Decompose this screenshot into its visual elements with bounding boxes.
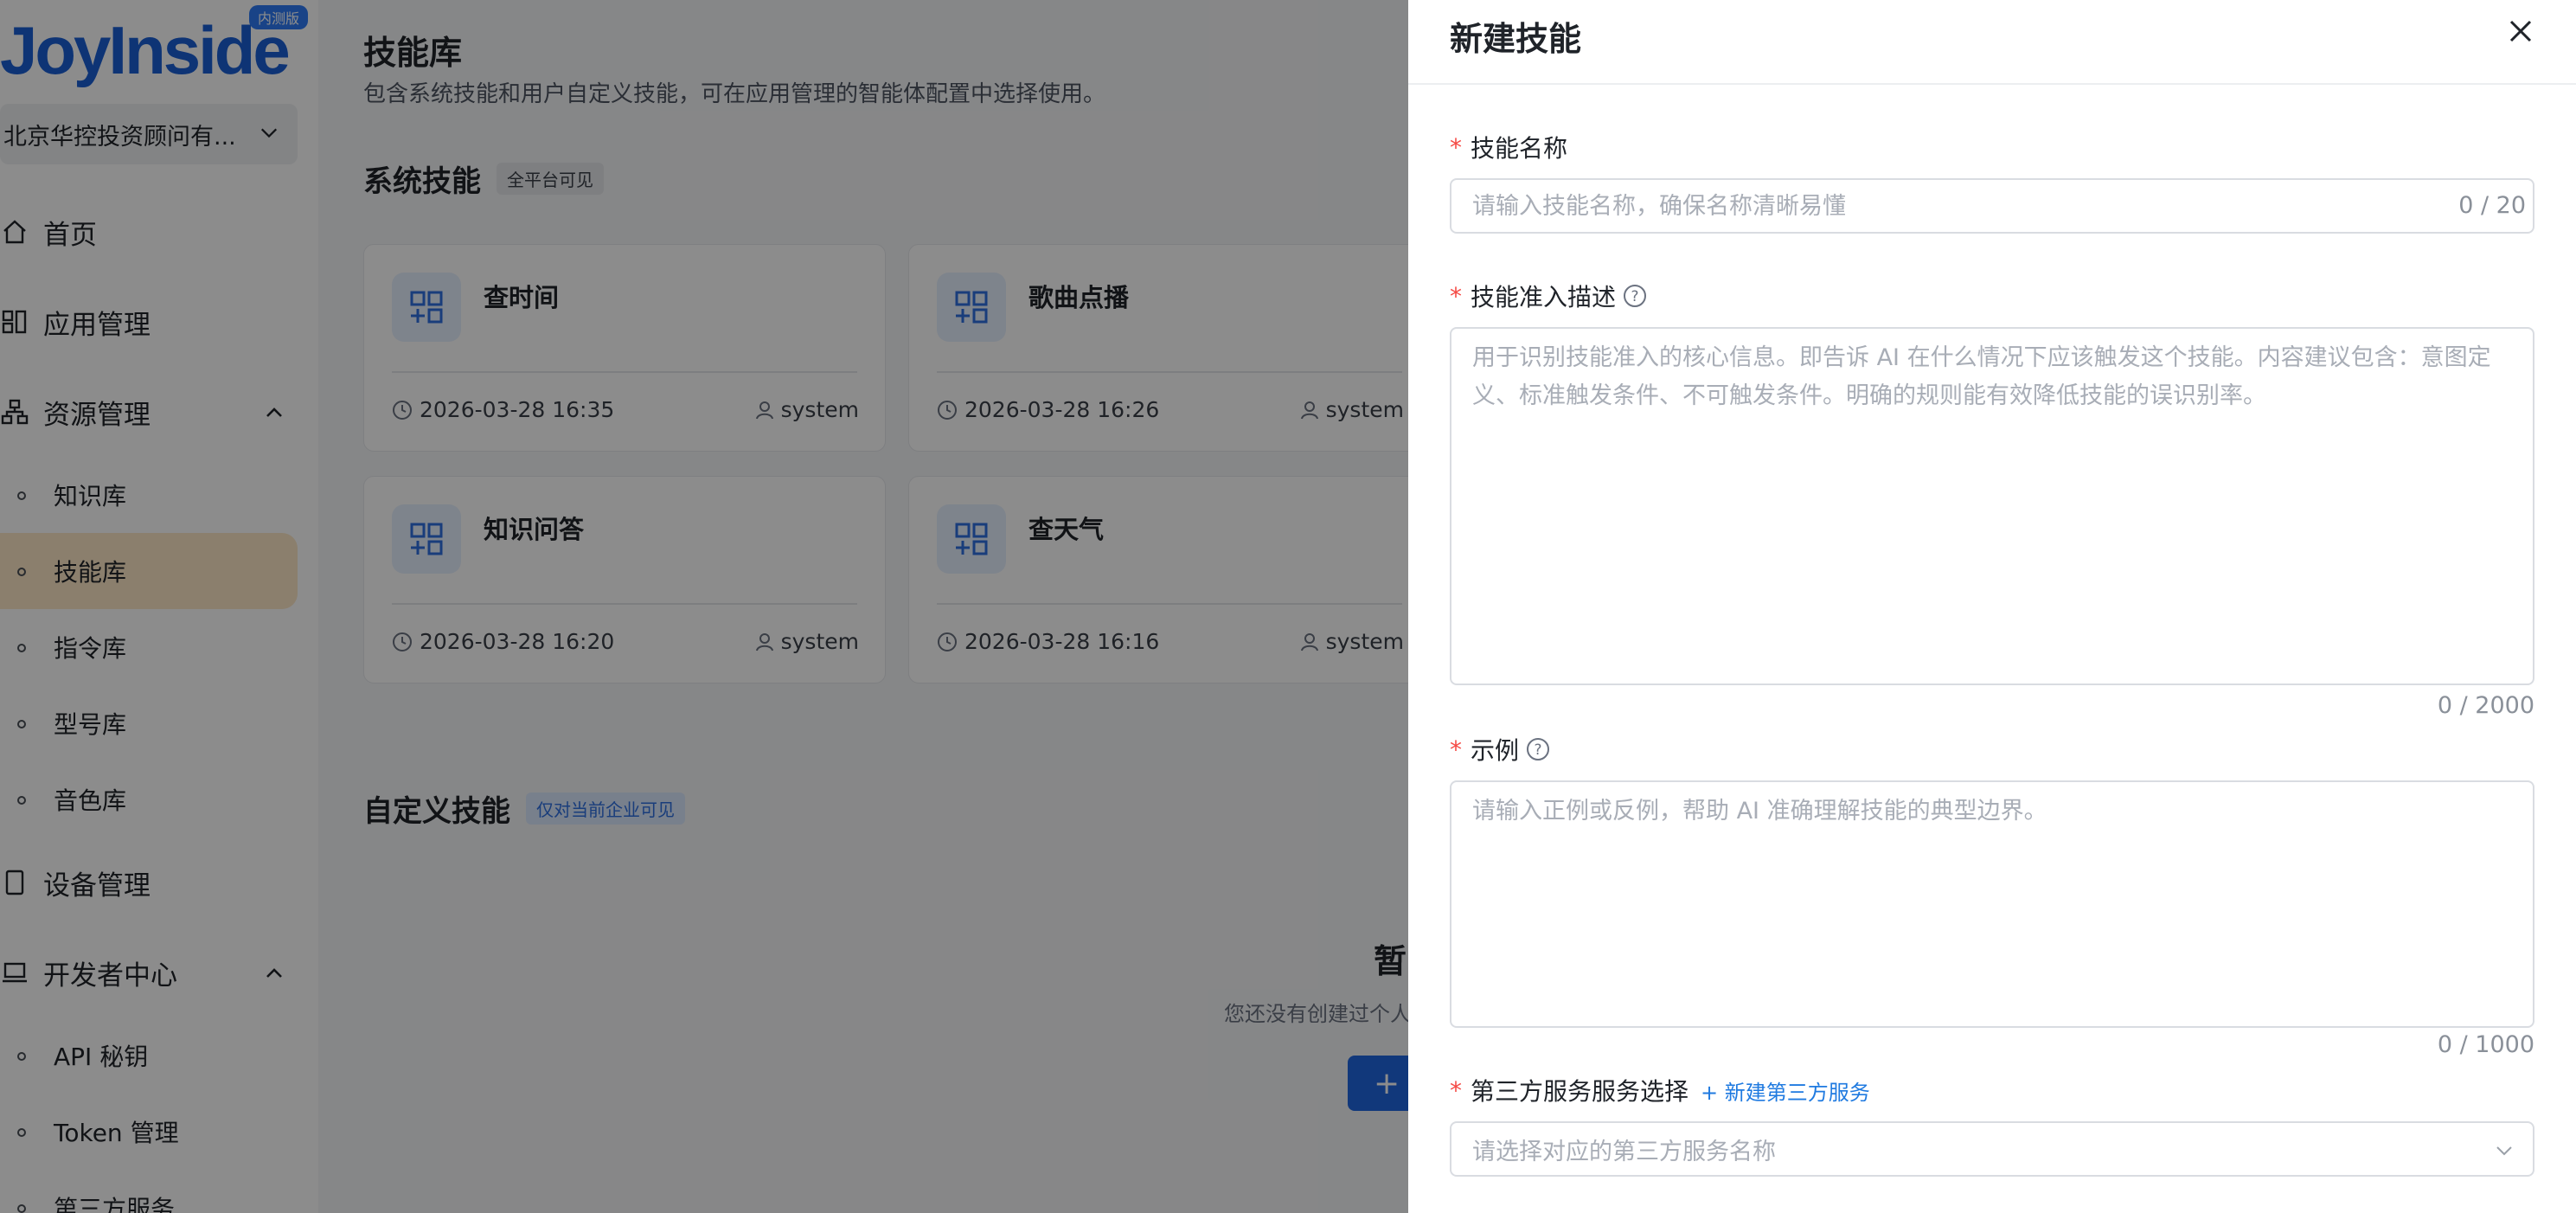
new-skill-drawer: 新建技能 * 技能名称 0 / 20 * 技能准入描述 ? 0 / 2000 *…	[1408, 0, 2576, 1213]
drawer-header: 新建技能	[1408, 0, 2576, 85]
required-mark: *	[1450, 735, 1462, 764]
required-mark: *	[1450, 132, 1462, 162]
required-mark: *	[1450, 281, 1462, 311]
close-icon	[2509, 20, 2532, 42]
field-label-desc: * 技能准入描述 ?	[1450, 279, 1647, 313]
skill-example-textarea[interactable]	[1450, 780, 2534, 1028]
field-label-example: * 示例 ?	[1450, 732, 1550, 767]
svg-text:?: ?	[1631, 288, 1639, 305]
new-third-party-link[interactable]: + 新建第三方服务	[1701, 1075, 1870, 1106]
chevron-down-icon	[2496, 1146, 2512, 1156]
label-text: 技能名称	[1471, 134, 1568, 163]
help-icon[interactable]: ?	[1526, 737, 1550, 761]
skill-desc-textarea[interactable]	[1450, 327, 2534, 685]
third-party-service-select[interactable]: 请选择对应的第三方服务名称	[1450, 1121, 2534, 1177]
desc-char-count: 0 / 2000	[2437, 692, 2534, 719]
modal-mask[interactable]	[0, 0, 1408, 1213]
label-text: 示例	[1471, 736, 1520, 765]
name-char-count: 0 / 20	[2458, 192, 2526, 219]
example-char-count: 0 / 1000	[2437, 1031, 2534, 1058]
drawer-title: 新建技能	[1450, 20, 1582, 58]
help-icon[interactable]: ?	[1623, 284, 1647, 308]
label-text: 第三方服务服务选择	[1471, 1077, 1689, 1106]
label-text: 技能准入描述	[1471, 283, 1617, 311]
field-label-name: * 技能名称	[1450, 130, 1567, 164]
close-button[interactable]	[2503, 14, 2538, 48]
skill-name-input[interactable]	[1450, 178, 2534, 234]
select-placeholder: 请选择对应的第三方服务名称	[1472, 1138, 1776, 1165]
required-mark: *	[1450, 1075, 1462, 1105]
svg-text:?: ?	[1535, 741, 1542, 759]
field-label-service: * 第三方服务服务选择 + 新建第三方服务	[1450, 1073, 1870, 1107]
